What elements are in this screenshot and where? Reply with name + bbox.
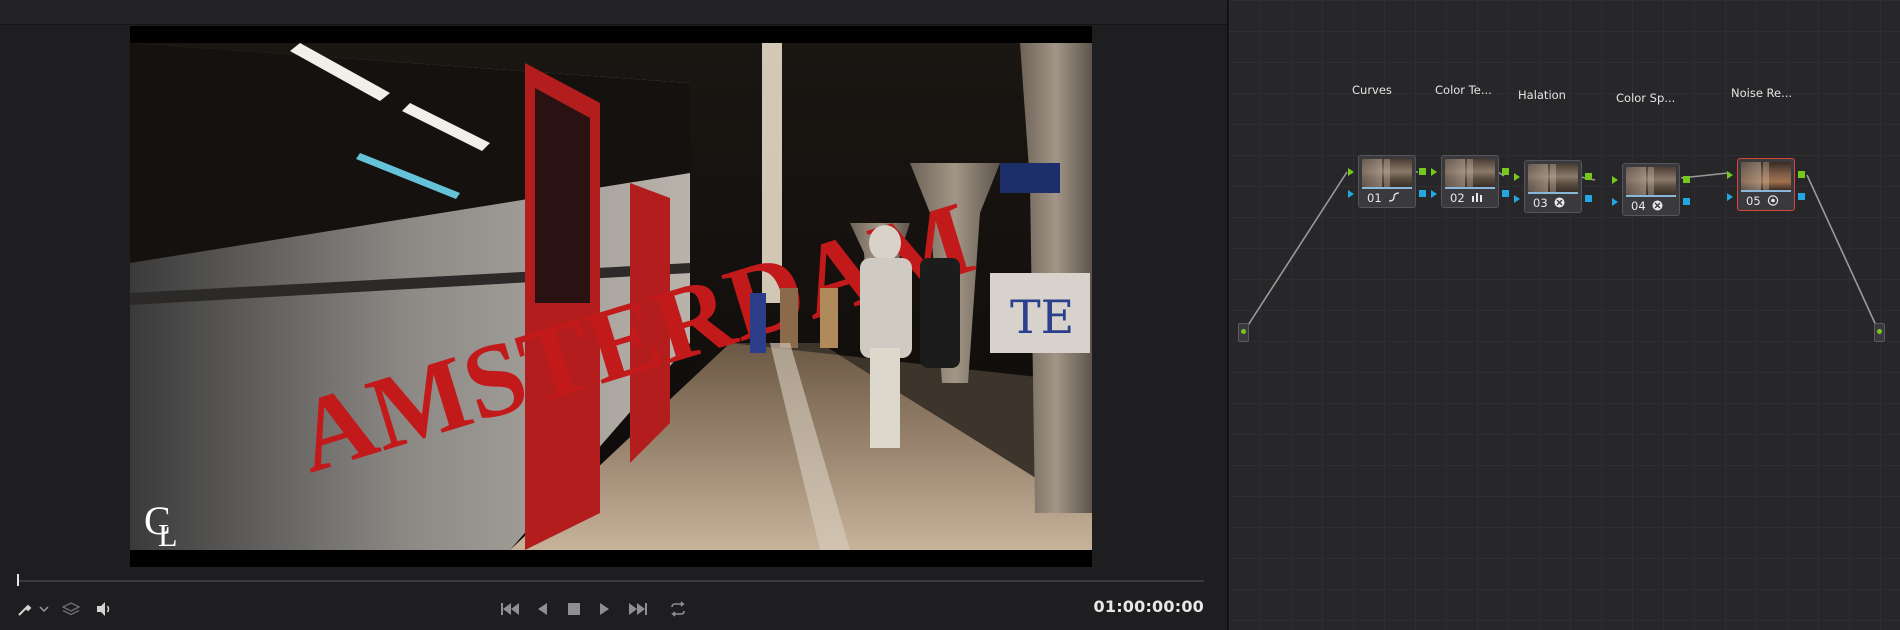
node-number: 03 <box>1533 196 1548 210</box>
output-port-primary[interactable] <box>1683 176 1690 183</box>
input-arrow-primary[interactable] <box>1514 173 1520 181</box>
output-port-secondary[interactable] <box>1419 190 1426 197</box>
layers-icon[interactable] <box>60 596 82 622</box>
svg-text:L: L <box>158 517 178 550</box>
output-port-secondary[interactable] <box>1683 198 1690 205</box>
node-progress-bar <box>1741 190 1791 192</box>
node-number: 01 <box>1367 191 1382 205</box>
node-number: 02 <box>1450 191 1465 205</box>
playhead[interactable] <box>17 574 19 586</box>
timecode-display: 01:00:00:00 <box>1093 597 1204 616</box>
node-box[interactable]: 02 <box>1441 155 1499 208</box>
node-thumbnail <box>1626 167 1676 195</box>
node-editor[interactable]: Curves 01 Color Te... 02 Halation 03 Col… <box>1229 0 1900 630</box>
play-icon[interactable] <box>595 596 615 622</box>
speaker-icon[interactable] <box>93 596 115 622</box>
viewer-toolbar <box>0 0 1227 25</box>
output-port-primary[interactable] <box>1585 173 1592 180</box>
video-preview: TE AMSTERDAM C L <box>130 43 1092 550</box>
input-arrow-primary[interactable] <box>1727 171 1733 179</box>
node-title: Noise Re... <box>1731 86 1793 100</box>
play-reverse-icon[interactable] <box>532 596 552 622</box>
node-progress-bar <box>1626 195 1676 197</box>
input-arrow-secondary[interactable] <box>1348 190 1354 198</box>
node-number: 05 <box>1746 194 1761 208</box>
output-port-secondary[interactable] <box>1798 193 1805 200</box>
node-box[interactable]: 04 <box>1622 163 1680 216</box>
video-frame[interactable]: TE AMSTERDAM C L <box>130 26 1092 567</box>
node-progress-bar <box>1362 187 1412 189</box>
node-box[interactable]: 01 <box>1358 155 1416 208</box>
node-progress-bar <box>1528 192 1578 194</box>
fx-icon <box>1554 197 1565 211</box>
node-title: Curves <box>1352 83 1392 97</box>
input-arrow-secondary[interactable] <box>1514 195 1520 203</box>
node-box[interactable]: 03 <box>1524 160 1582 213</box>
output-port-primary[interactable] <box>1419 168 1426 175</box>
source-input-port[interactable] <box>1238 323 1249 342</box>
input-arrow-secondary[interactable] <box>1727 193 1733 201</box>
viewer-panel: TE AMSTERDAM C L 01:00:00:00 <box>0 0 1227 630</box>
node-thumbnail <box>1528 164 1578 192</box>
output-port-secondary[interactable] <box>1502 190 1509 197</box>
input-arrow-secondary[interactable] <box>1431 190 1437 198</box>
fx-icon <box>1652 200 1663 214</box>
bars-icon <box>1471 192 1483 205</box>
curve-icon <box>1388 192 1400 205</box>
eyedropper-icon[interactable] <box>14 596 36 622</box>
loop-icon[interactable] <box>666 596 690 622</box>
output-port[interactable] <box>1874 323 1885 342</box>
output-port-primary[interactable] <box>1798 171 1805 178</box>
input-arrow-secondary[interactable] <box>1612 198 1618 206</box>
node-thumbnail <box>1445 159 1495 187</box>
input-arrow-primary[interactable] <box>1431 168 1437 176</box>
node-thumbnail <box>1362 159 1412 187</box>
node-thumbnail <box>1741 162 1791 190</box>
svg-text:TE: TE <box>1010 290 1074 344</box>
chevron-down-icon[interactable] <box>38 596 50 622</box>
node-title: Color Sp... <box>1616 91 1676 105</box>
input-arrow-primary[interactable] <box>1348 168 1354 176</box>
subway-scene-image: TE AMSTERDAM C L <box>130 43 1092 550</box>
node-progress-bar <box>1445 187 1495 189</box>
node-box[interactable]: 05 <box>1737 158 1795 211</box>
output-port-primary[interactable] <box>1502 168 1509 175</box>
node-number: 04 <box>1631 199 1646 213</box>
stop-icon[interactable] <box>564 596 584 622</box>
noise-icon <box>1767 195 1779 209</box>
output-port-secondary[interactable] <box>1585 195 1592 202</box>
input-arrow-primary[interactable] <box>1612 176 1618 184</box>
node-title: Halation <box>1518 88 1566 102</box>
node-title: Color Te... <box>1435 83 1492 97</box>
skip-to-end-icon[interactable] <box>626 596 650 622</box>
skip-to-start-icon[interactable] <box>498 596 522 622</box>
timeline-scrubber[interactable] <box>18 580 1204 582</box>
